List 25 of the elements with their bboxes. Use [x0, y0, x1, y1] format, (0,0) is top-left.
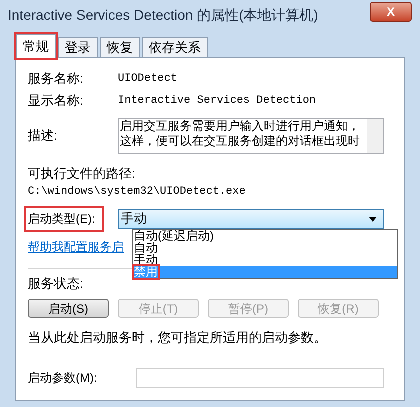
startup-type-select[interactable]: 手动 [118, 209, 384, 229]
window-title: Interactive Services Detection 的属性(本地计算机) [8, 6, 320, 25]
field-label: 启动类型(E): [26, 208, 102, 230]
field-label: 服务名称: [28, 70, 85, 88]
field-label: 描述: [28, 127, 59, 145]
field-value: UIODetect [118, 72, 178, 87]
dropdown-option[interactable]: 自动(延迟启动) [133, 230, 397, 242]
scrollbar[interactable] [367, 119, 383, 153]
tab[interactable]: 常规 [16, 34, 56, 58]
field-label: 服务状态: [28, 275, 84, 294]
path-value: C:\windows\system32\UIODetect.exe [28, 184, 247, 200]
field-label: 启动参数(M): [28, 370, 98, 386]
caret-icon [369, 216, 377, 222]
field-label: 显示名称: [28, 92, 85, 110]
tab[interactable]: 登录 [58, 37, 98, 57]
tab[interactable]: 依存关系 [142, 37, 208, 57]
dropdown-option[interactable]: 自动 [133, 242, 397, 254]
action-button[interactable]: 启动(S) [28, 299, 109, 318]
description-box[interactable]: 启用交互服务需要用户输入时进行用户通知，这样，便可以在交互服务创建的对话框出现时 [118, 118, 384, 154]
help-link[interactable]: 帮助我配置服务启 [28, 238, 128, 256]
params-input[interactable] [136, 368, 384, 388]
tab[interactable]: 恢复 [100, 37, 140, 57]
hint-text: 当从此处启动服务时，您可指定所适用的启动参数。 [28, 329, 328, 347]
field-label: 可执行文件的路径: [28, 165, 137, 183]
field-value: Interactive Services Detection [118, 94, 316, 109]
